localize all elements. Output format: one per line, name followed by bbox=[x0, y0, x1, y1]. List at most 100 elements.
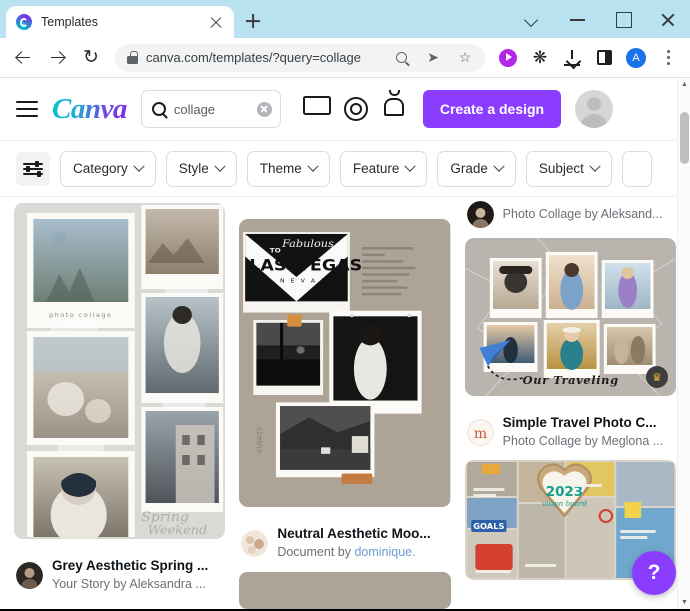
canva-favicon-icon bbox=[16, 14, 32, 30]
svg-text:LAS: LAS bbox=[250, 256, 287, 274]
browser-window: Templates ↻ canva.com/templates/?query=c… bbox=[0, 0, 690, 611]
overlay-text: Our Traveling bbox=[522, 373, 618, 387]
page-scrollbar[interactable]: ▲ ▼ bbox=[677, 78, 690, 609]
grid-column-1: photo collage Spring Weekend Grey Aesthe… bbox=[14, 203, 226, 609]
template-card-grey-aesthetic-spring[interactable]: photo collage Spring Weekend bbox=[14, 203, 226, 539]
pro-crown-icon: ♛ bbox=[645, 366, 668, 388]
chip-label: Style bbox=[178, 161, 209, 176]
monitor-icon[interactable] bbox=[303, 96, 329, 122]
subtitle-prefix: Photo Collage by bbox=[502, 434, 602, 449]
template-thumbnail: TO Fabulous LAS VEGAS N E V A D A 01/04/… bbox=[239, 219, 451, 508]
filter-chip-grade[interactable]: Grade bbox=[437, 150, 516, 187]
address-bar[interactable]: canva.com/templates/?query=collage ➤ ☆ bbox=[115, 43, 485, 72]
close-window-icon[interactable] bbox=[645, 0, 690, 38]
back-arrow-icon[interactable] bbox=[7, 42, 39, 74]
chevron-down-icon bbox=[493, 160, 505, 172]
url-text: canva.com/templates/?query=collage bbox=[146, 50, 361, 65]
author-link[interactable]: dominique. bbox=[354, 545, 415, 559]
author-avatar bbox=[241, 529, 269, 557]
card-meta-partial-top: Photo Collage by Aleksand... bbox=[465, 197, 676, 228]
side-panel-icon[interactable] bbox=[589, 42, 619, 74]
chrome-menu-icon[interactable] bbox=[653, 42, 683, 74]
browser-tab-templates[interactable]: Templates bbox=[6, 6, 234, 38]
window-controls bbox=[510, 0, 690, 38]
template-thumbnail: photo collage Spring Weekend bbox=[14, 203, 226, 539]
filter-chip-subject[interactable]: Subject bbox=[525, 150, 612, 187]
create-a-design-button[interactable]: Create a design bbox=[422, 90, 562, 128]
user-avatar[interactable] bbox=[575, 90, 614, 128]
chevron-down-icon[interactable] bbox=[510, 0, 555, 38]
clear-search-icon[interactable] bbox=[256, 101, 272, 117]
card-subtitle: Document by dominique. bbox=[277, 543, 430, 561]
template-card-next-partial[interactable] bbox=[239, 571, 451, 609]
svg-text:Fabulous: Fabulous bbox=[281, 238, 334, 250]
grid-column-3: Photo Collage by Aleksand... Our Traveli… bbox=[464, 197, 676, 609]
forward-arrow-icon[interactable] bbox=[41, 42, 73, 74]
search-input[interactable]: collage bbox=[140, 90, 281, 128]
filter-chip-theme[interactable]: Theme bbox=[246, 150, 330, 187]
chip-label: Category bbox=[73, 161, 128, 176]
close-tab-icon[interactable] bbox=[208, 14, 224, 30]
tab-title: Templates bbox=[41, 15, 98, 29]
profile-avatar[interactable]: A bbox=[621, 42, 651, 74]
minimize-icon[interactable] bbox=[555, 0, 600, 38]
help-button[interactable]: ? bbox=[632, 551, 676, 595]
templates-grid: photo collage Spring Weekend Grey Aesthe… bbox=[0, 197, 690, 609]
scroll-down-button[interactable]: ▼ bbox=[678, 596, 690, 609]
downloads-icon[interactable] bbox=[557, 42, 587, 74]
script-text: vision board bbox=[542, 499, 588, 508]
subtitle-prefix: Document by bbox=[277, 545, 355, 560]
puzzle-extensions-icon[interactable]: ❋ bbox=[525, 42, 555, 74]
tab-strip: Templates bbox=[0, 0, 690, 38]
share-icon[interactable]: ➤ bbox=[421, 46, 445, 70]
scroll-up-button[interactable]: ▲ bbox=[678, 78, 690, 91]
canva-logo[interactable]: Canva bbox=[52, 93, 127, 126]
template-card-neutral-aesthetic-moodboard[interactable]: TO Fabulous LAS VEGAS N E V A D A 01/04/… bbox=[239, 219, 451, 508]
gear-icon[interactable] bbox=[343, 96, 369, 122]
goals-text: GOALS bbox=[473, 521, 504, 531]
hamburger-menu-icon[interactable] bbox=[16, 101, 38, 117]
card-title[interactable]: Neutral Aesthetic Moo... bbox=[277, 525, 430, 543]
filter-chip-overflow[interactable] bbox=[621, 150, 652, 187]
maximize-icon[interactable] bbox=[600, 0, 645, 38]
chip-label: Subject bbox=[538, 161, 584, 176]
filter-sliders-icon[interactable] bbox=[16, 151, 50, 186]
scrollbar-thumb[interactable] bbox=[680, 112, 689, 164]
side-label: 01/04/23 bbox=[258, 428, 264, 453]
chevron-down-icon bbox=[404, 160, 417, 172]
web-page: Canva collage Create a design Category S… bbox=[0, 78, 690, 609]
lock-icon bbox=[127, 51, 138, 64]
card-title[interactable]: Grey Aesthetic Spring ... bbox=[52, 557, 208, 575]
filter-chip-category[interactable]: Category bbox=[60, 150, 156, 187]
svg-text:photo collage: photo collage bbox=[49, 312, 112, 319]
card-meta: Neutral Aesthetic Moo... Document by dom… bbox=[239, 517, 450, 561]
author-link[interactable]: Meglona ... bbox=[601, 434, 663, 448]
filter-chip-feature[interactable]: Feature bbox=[339, 150, 428, 187]
svg-text:VEGAS: VEGAS bbox=[297, 256, 363, 274]
search-icon[interactable] bbox=[389, 46, 413, 70]
bell-icon[interactable] bbox=[383, 96, 409, 122]
card-subtitle: Photo Collage by Aleksand... bbox=[502, 207, 663, 222]
chip-label: Theme bbox=[259, 161, 302, 176]
svg-text:TO: TO bbox=[270, 247, 281, 255]
chevron-down-icon bbox=[589, 160, 601, 172]
chevron-down-icon bbox=[307, 160, 319, 172]
chevron-down-icon bbox=[214, 160, 226, 172]
filter-bar: Category Style Theme Feature Grade Subje… bbox=[0, 140, 690, 197]
star-icon[interactable]: ☆ bbox=[453, 46, 477, 70]
template-thumbnail: Our Traveling bbox=[464, 238, 676, 396]
svg-text:m: m bbox=[474, 426, 487, 442]
canva-header: Canva collage Create a design bbox=[0, 78, 690, 140]
template-card-simple-travel-photo-collage[interactable]: Our Traveling ♛ bbox=[464, 238, 676, 396]
filter-chip-style[interactable]: Style bbox=[165, 150, 237, 187]
search-icon bbox=[151, 102, 166, 116]
reload-icon[interactable]: ↻ bbox=[75, 42, 107, 74]
browser-toolbar: ↻ canva.com/templates/?query=collage ➤ ☆… bbox=[0, 38, 690, 78]
chip-label: Feature bbox=[352, 161, 400, 176]
year-text: 2023 bbox=[545, 486, 582, 501]
svg-text:N E V A D A: N E V A D A bbox=[280, 279, 338, 285]
author-avatar bbox=[16, 561, 43, 589]
card-title[interactable]: Simple Travel Photo C... bbox=[503, 414, 664, 432]
new-tab-button[interactable] bbox=[238, 6, 268, 36]
media-player-icon[interactable] bbox=[493, 42, 523, 74]
